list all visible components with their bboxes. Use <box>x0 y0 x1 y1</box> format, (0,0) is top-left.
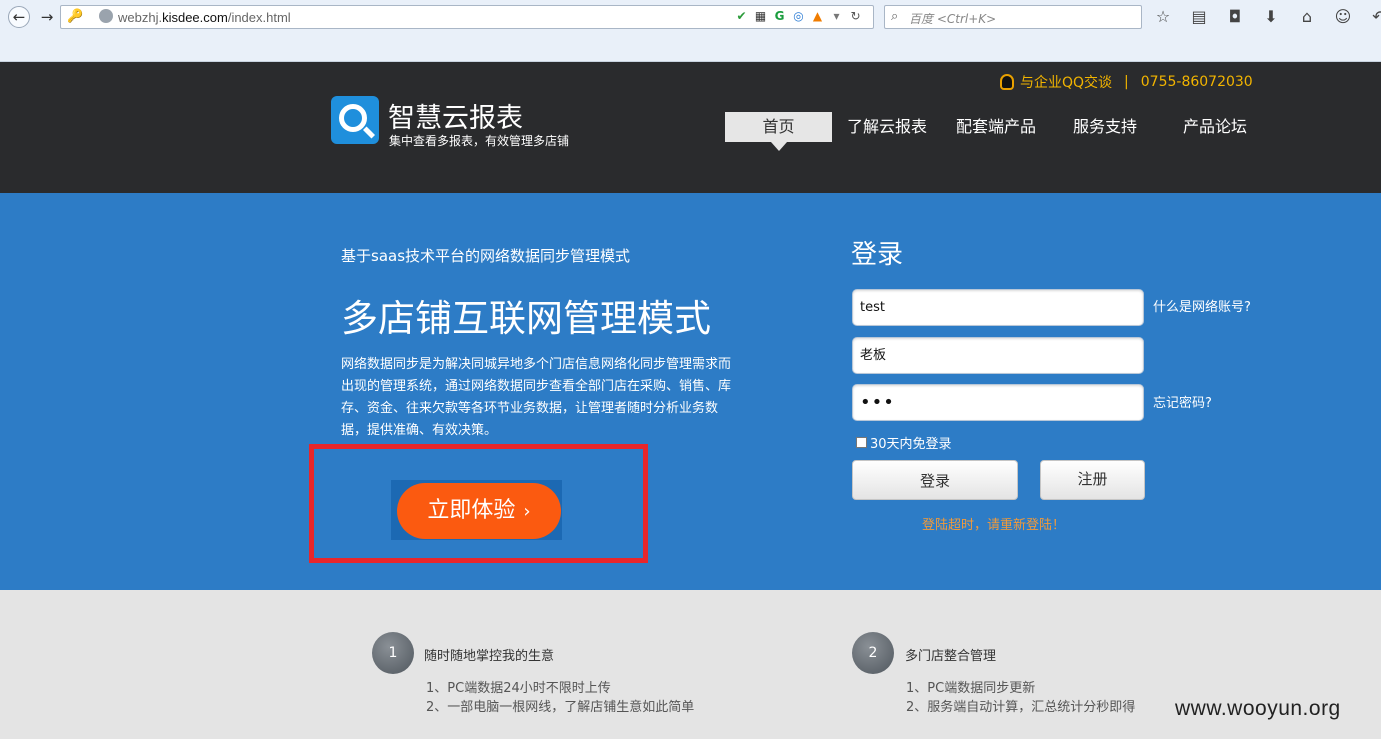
nav-forum[interactable]: 产品论坛 <box>1183 112 1247 142</box>
forward-button[interactable]: → <box>36 6 58 28</box>
pocket-icon[interactable]: ◘ <box>1224 6 1246 28</box>
qrcode-icon[interactable]: ▦ <box>753 9 768 24</box>
qq-chat-link[interactable]: 与企业QQ交谈 <box>1020 72 1112 92</box>
chat-icon[interactable]: ☺ <box>1332 6 1354 28</box>
username-field[interactable]: test <box>852 289 1144 326</box>
arrow-right-icon: → <box>40 8 54 26</box>
undo-icon[interactable]: ↶ <box>1368 6 1381 28</box>
error-message: 登陆超时，请重新登陆！ <box>922 518 1066 533</box>
logo-subtitle: 集中查看多报表，有效管理多店铺 <box>389 134 570 148</box>
address-bar[interactable]: 🔑 webzhj.kisdee.com/index.html ✔ ▦ G ◎ ▲… <box>60 5 874 29</box>
login-button[interactable]: 登录 <box>852 460 1018 500</box>
password-field[interactable]: ••• <box>852 384 1144 421</box>
key-icon: 🔑 <box>67 9 84 24</box>
feature-title: 随时随地掌控我的生意 <box>424 649 555 664</box>
register-button[interactable]: 注册 <box>1040 460 1145 500</box>
reload-icon[interactable]: ↻ <box>848 9 863 24</box>
globe-icon <box>99 9 113 23</box>
logo-icon[interactable] <box>331 96 379 144</box>
chevron-right-icon: › <box>523 501 531 522</box>
g-icon[interactable]: G <box>772 9 787 24</box>
feature-number-badge: 1 <box>372 632 414 674</box>
nav-support[interactable]: 服务支持 <box>1073 112 1137 142</box>
swirl-icon[interactable]: ◎ <box>791 9 806 24</box>
contact-phone: 0755-86072030 <box>1140 74 1253 90</box>
try-now-button[interactable]: 立即体验 › <box>397 483 561 539</box>
what-is-account-link[interactable]: 什么是网络账号? <box>1153 296 1251 315</box>
hero-tagline: 基于saas技术平台的网络数据同步管理模式 <box>341 247 631 265</box>
bookmarks-icon[interactable]: ▤ <box>1188 6 1210 28</box>
nav-about[interactable]: 了解云报表 <box>847 112 927 142</box>
remember-label: 30天内免登录 <box>870 437 952 452</box>
shield-icon[interactable]: ✔ <box>734 9 749 24</box>
forgot-password-link[interactable]: 忘记密码? <box>1153 392 1212 411</box>
dropdown-icon[interactable]: ▾ <box>829 9 844 24</box>
browser-toolbar: ← → 🔑 webzhj.kisdee.com/index.html ✔ ▦ G… <box>0 0 1381 62</box>
arrow-left-icon: ← <box>12 8 26 26</box>
chart-icon[interactable]: ▲ <box>810 9 825 24</box>
contact-separator: | <box>1124 74 1129 90</box>
feature-line: 2、一部电脑一根网线，了解店铺生意如此简单 <box>426 700 695 715</box>
url-text: webzhj.kisdee.com/index.html <box>118 10 291 25</box>
main-nav: 首页 了解云报表 配套端产品 服务支持 产品论坛 <box>725 112 1247 151</box>
logo-title[interactable]: 智慧云报表 <box>388 96 523 135</box>
star-icon[interactable]: ☆ <box>1152 6 1174 28</box>
search-box[interactable]: ⌕ 百度 <Ctrl+K> <box>884 5 1142 29</box>
search-placeholder: 百度 <Ctrl+K> <box>909 12 997 26</box>
hero-headline: 多店铺互联网管理模式 <box>341 297 711 340</box>
hero-banner: 基于saas技术平台的网络数据同步管理模式 多店铺互联网管理模式 网络数据同步是… <box>0 193 1381 590</box>
search-icon: ⌕ <box>891 9 899 24</box>
feature-title: 多门店整合管理 <box>905 649 997 664</box>
watermark: www.wooyun.org <box>1175 697 1341 720</box>
feature-number-badge: 2 <box>852 632 894 674</box>
nav-products[interactable]: 配套端产品 <box>956 112 1036 142</box>
site-header: 与企业QQ交谈 | 0755-86072030 智慧云报表 集中查看多报表，有效… <box>0 62 1381 193</box>
hero-description: 网络数据同步是为解决同城异地多个门店信息网络化同步管理需求而出现的管理系统，通过… <box>341 357 732 438</box>
remember-me[interactable]: 30天内免登录 <box>856 433 952 452</box>
home-icon[interactable]: ⌂ <box>1296 6 1318 28</box>
back-button[interactable]: ← <box>8 6 30 28</box>
remember-checkbox[interactable] <box>856 437 867 448</box>
features-section: 1 随时随地掌控我的生意 1、PC端数据24小时不限时上传 2、一部电脑一根网线… <box>0 590 1381 739</box>
feature-line: 1、PC端数据同步更新 <box>906 681 1036 696</box>
nav-home[interactable]: 首页 <box>725 112 832 151</box>
feature-line: 2、服务端自动计算，汇总统计分秒即得 <box>906 700 1136 715</box>
role-field[interactable]: 老板 <box>852 337 1144 374</box>
contact-bar: 与企业QQ交谈 | 0755-86072030 <box>1000 72 1253 92</box>
qq-icon[interactable] <box>1000 74 1014 90</box>
feature-line: 1、PC端数据24小时不限时上传 <box>426 681 611 696</box>
download-icon[interactable]: ⬇ <box>1260 6 1282 28</box>
login-title: 登录 <box>851 240 904 270</box>
